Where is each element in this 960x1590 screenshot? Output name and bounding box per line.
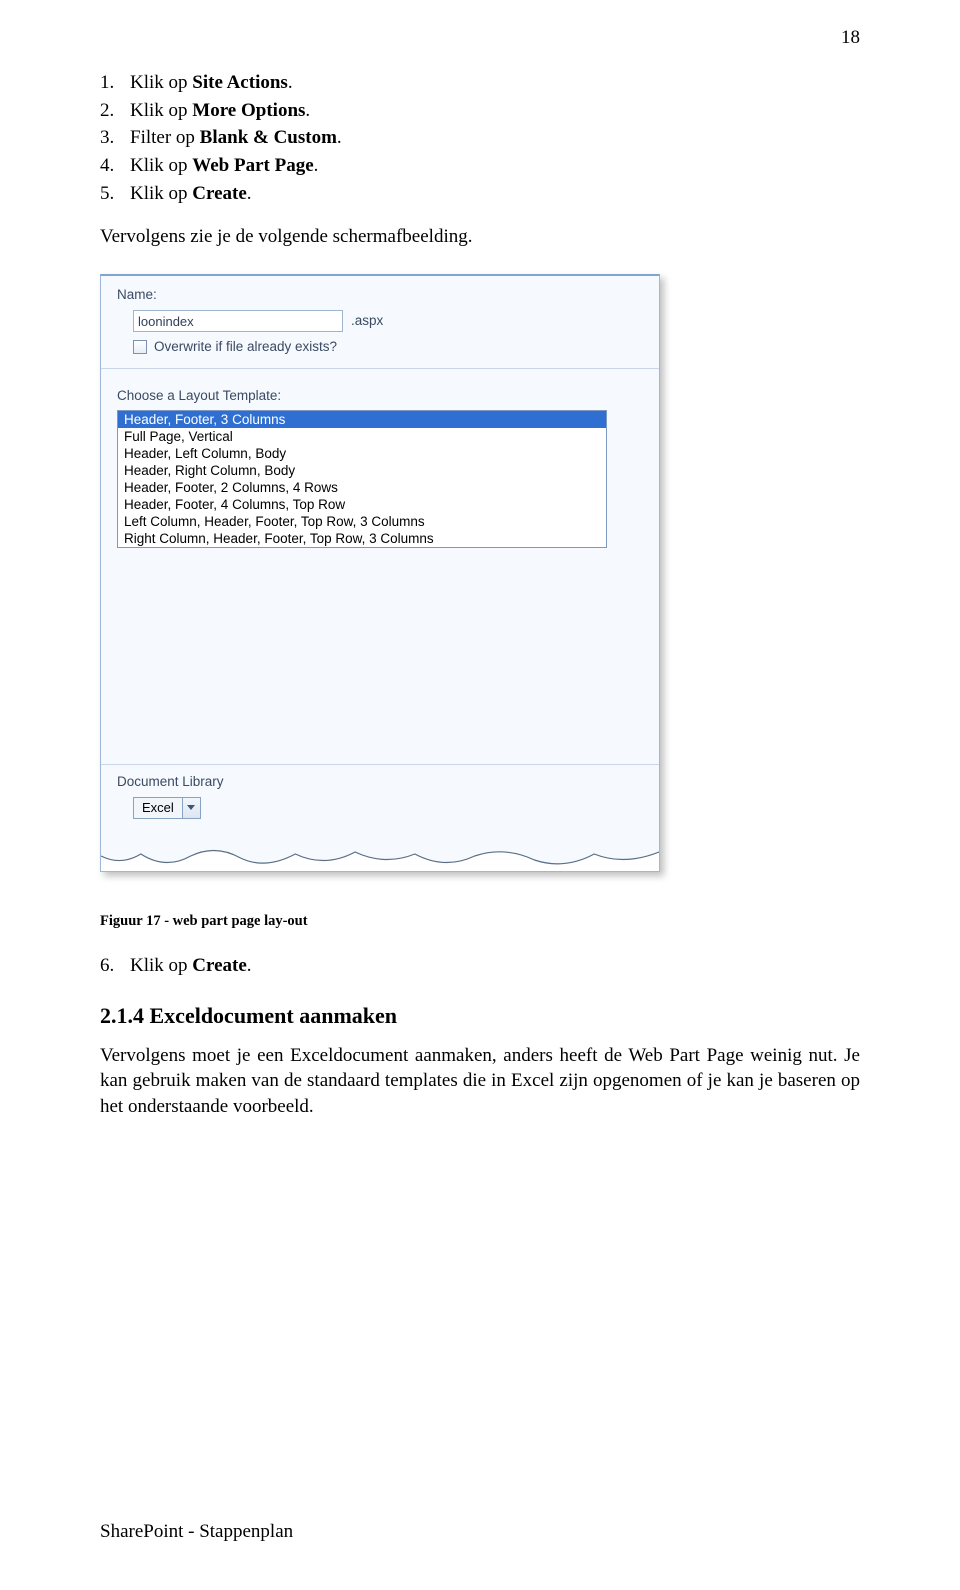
step-post: .	[337, 127, 342, 148]
step-number: 1.	[100, 70, 130, 96]
layout-option[interactable]: Left Column, Header, Footer, Top Row, 3 …	[118, 513, 606, 530]
step-text: Klik op Site Actions.	[130, 70, 860, 96]
step-text: Klik op More Options.	[130, 98, 860, 124]
step-bold: Web Part Page	[192, 155, 313, 176]
layout-option[interactable]: Full Page, Vertical	[118, 428, 606, 445]
step-pre: Klik op	[130, 955, 192, 976]
step-number: 5.	[100, 181, 130, 207]
step-post: .	[314, 155, 319, 176]
doclib-select[interactable]: Excel	[133, 797, 201, 819]
name-input[interactable]	[133, 310, 343, 332]
body-paragraph: Vervolgens moet je een Exceldocument aan…	[100, 1043, 860, 1120]
layout-option[interactable]: Header, Footer, 2 Columns, 4 Rows	[118, 479, 606, 496]
step-post: .	[247, 183, 252, 204]
step-bold: Blank & Custom	[200, 127, 337, 148]
step-post: .	[288, 72, 293, 93]
steps-list-top: 1. Klik op Site Actions. 2. Klik op More…	[100, 70, 860, 206]
screenshot-figure: Name: .aspx Overwrite if file already ex…	[100, 274, 660, 872]
name-label: Name:	[117, 286, 643, 304]
step-item: 3. Filter op Blank & Custom.	[100, 125, 860, 151]
step-number: 3.	[100, 125, 130, 151]
section-heading: 2.1.4 Exceldocument aanmaken	[100, 1001, 860, 1031]
layout-option[interactable]: Header, Left Column, Body	[118, 445, 606, 462]
layout-option[interactable]: Header, Footer, 4 Columns, Top Row	[118, 496, 606, 513]
step-item: 5. Klik op Create.	[100, 181, 860, 207]
layout-option[interactable]: Right Column, Header, Footer, Top Row, 3…	[118, 530, 606, 547]
step-text: Klik op Create.	[130, 953, 860, 979]
step-bold: Create	[192, 955, 247, 976]
steps-list-bottom: 6. Klik op Create.	[100, 953, 860, 979]
name-suffix: .aspx	[351, 312, 383, 330]
intro-after-steps: Vervolgens zie je de volgende schermafbe…	[100, 224, 860, 250]
doclib-label: Document Library	[117, 773, 643, 791]
layout-option[interactable]: Header, Footer, 3 Columns	[118, 411, 606, 428]
step-pre: Klik op	[130, 183, 192, 204]
step-text: Klik op Web Part Page.	[130, 153, 860, 179]
step-text: Filter op Blank & Custom.	[130, 125, 860, 151]
doclib-selected-value: Excel	[134, 799, 182, 817]
step-post: .	[247, 955, 252, 976]
figure-caption: Figuur 17 - web part page lay-out	[100, 912, 860, 932]
bottom-pad	[101, 833, 659, 871]
page-footer: SharePoint - Stappenplan	[100, 1519, 293, 1545]
step-text: Klik op Create.	[130, 181, 860, 207]
layout-listbox[interactable]: Header, Footer, 3 Columns Full Page, Ver…	[117, 410, 607, 548]
step-bold: More Options	[192, 100, 305, 121]
step-bold: Create	[192, 183, 247, 204]
layout-option[interactable]: Header, Right Column, Body	[118, 462, 606, 479]
step-number: 6.	[100, 953, 130, 979]
step-item: 2. Klik op More Options.	[100, 98, 860, 124]
step-number: 4.	[100, 153, 130, 179]
step-pre: Filter op	[130, 127, 200, 148]
name-section: Name: .aspx Overwrite if file already ex…	[101, 276, 659, 368]
overwrite-checkbox[interactable]	[133, 340, 147, 354]
step-pre: Klik op	[130, 100, 192, 121]
step-number: 2.	[100, 98, 130, 124]
step-pre: Klik op	[130, 155, 192, 176]
blank-space	[101, 554, 659, 764]
overwrite-label: Overwrite if file already exists?	[154, 338, 337, 356]
step-item: 4. Klik op Web Part Page.	[100, 153, 860, 179]
sharepoint-dialog: Name: .aspx Overwrite if file already ex…	[100, 274, 660, 872]
step-pre: Klik op	[130, 72, 192, 93]
layout-section: Choose a Layout Template: Header, Footer…	[101, 369, 659, 553]
layout-label: Choose a Layout Template:	[117, 387, 643, 405]
step-bold: Site Actions	[192, 72, 288, 93]
page-number: 18	[841, 25, 860, 51]
step-item: 6. Klik op Create.	[100, 953, 860, 979]
step-item: 1. Klik op Site Actions.	[100, 70, 860, 96]
step-post: .	[305, 100, 310, 121]
document-library-section: Document Library Excel	[101, 765, 659, 833]
chevron-down-icon[interactable]	[182, 798, 200, 818]
